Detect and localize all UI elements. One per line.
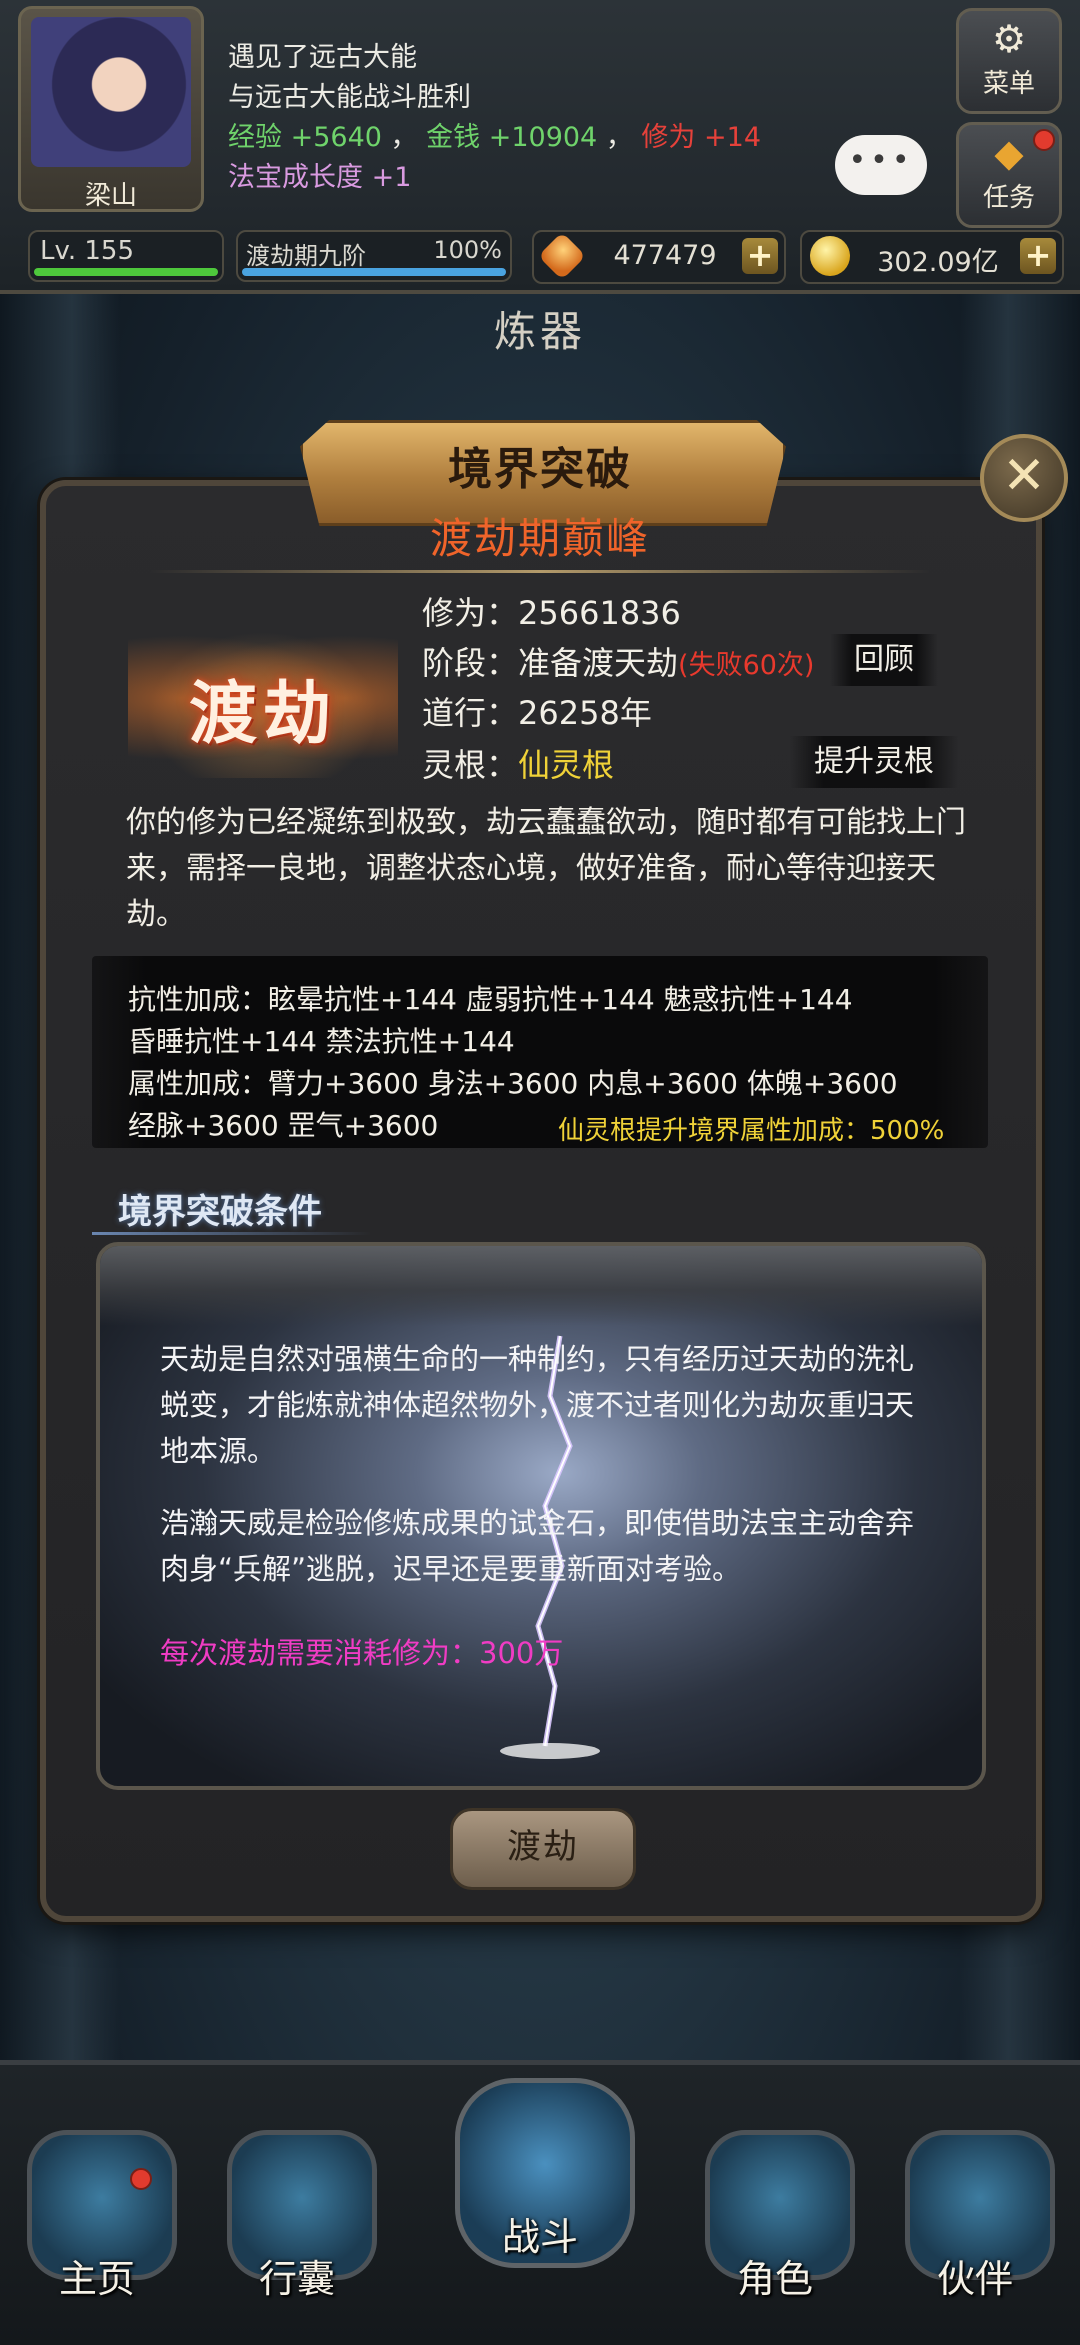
player-name: 梁山: [84, 181, 137, 211]
nav-role-label: 角色: [736, 2257, 813, 2301]
realm-progress-fill: [242, 268, 506, 276]
separator: ，: [605, 122, 633, 153]
nav-bag-label: 行囊: [258, 2257, 335, 2301]
menu-button[interactable]: ⚙ 菜单: [956, 8, 1062, 114]
root-bonus-text: 仙灵根提升境界属性加成：500%: [558, 1116, 945, 1146]
dao-row: 道行：26258年: [422, 688, 652, 734]
chat-bubble-button[interactable]: •••: [835, 135, 927, 195]
player-avatar-frame[interactable]: 梁山: [18, 6, 204, 212]
cultivation-value: +14: [704, 122, 761, 153]
root-value: 仙灵根: [518, 746, 615, 784]
cultivation-label: 修为: [641, 122, 696, 153]
money-value: +10904: [488, 122, 598, 153]
exp-value: +5640: [290, 122, 382, 153]
stage-title: 渡劫期巅峰: [429, 514, 650, 563]
level-text: Lv. 155: [40, 236, 135, 266]
notification-dot: [1033, 129, 1055, 151]
nav-fight[interactable]: 战斗: [455, 2078, 635, 2278]
storm-paragraph: 浩瀚天威是检验修炼成果的试金石，即使借助法宝主动舍弃肉身“兵解”逃脱，迟早还是要…: [160, 1506, 915, 1586]
review-button[interactable]: 回顾: [830, 634, 938, 686]
log-line: 与远古大能战斗胜利: [228, 82, 471, 113]
event-log: 遇见了远古大能 与远古大能战斗胜利 经验 +5640 ， 金钱 +10904 ，…: [228, 38, 761, 198]
avatar: [31, 17, 191, 167]
tribulation-emblem: 渡劫: [128, 618, 398, 778]
conditions-title: 境界突破条件: [118, 1192, 322, 1232]
resistance-bonus-line: 昏睡抗性+144 禁法抗性+144: [128, 1025, 515, 1058]
cultivation-row: 修为：25661836: [422, 588, 681, 634]
treasure-label: 法宝成长度: [228, 162, 363, 193]
realm-text: 渡劫期九阶: [246, 242, 366, 270]
gem-amount: 477479: [613, 240, 717, 271]
tribulation-cost: 每次渡劫需要消耗修为：300万: [160, 1636, 564, 1670]
cultivation-label: 修为：: [422, 594, 519, 632]
gold-coin-icon: [810, 236, 850, 276]
nav-bag[interactable]: 行囊: [212, 2130, 382, 2330]
storm-paragraph: 天劫是自然对强横生命的一种制约，只有经历过天劫的洗礼蜕变，才能炼就神体超然物外，…: [160, 1342, 915, 1468]
root-label: 灵根：: [422, 746, 519, 784]
title-underline: [92, 1232, 372, 1235]
dao-value: 26258年: [518, 694, 652, 732]
gold-amount: 302.09亿: [877, 247, 999, 278]
nav-partner[interactable]: 伙伴: [890, 2130, 1060, 2330]
level-bar: Lv. 155: [28, 230, 224, 282]
page-title: 炼器: [493, 307, 586, 356]
task-button[interactable]: ◆ 任务: [956, 122, 1062, 228]
phase-value: 准备渡天劫: [518, 644, 679, 682]
menu-label: 菜单: [982, 69, 1035, 99]
realm-bar: 渡劫期九阶 100%: [236, 230, 512, 282]
upgrade-root-button[interactable]: 提升灵根: [790, 736, 958, 788]
gold-currency: 302.09亿 +: [800, 230, 1064, 284]
log-treasure-line: 法宝成长度 +1: [228, 158, 761, 198]
add-gold-button[interactable]: +: [1020, 238, 1056, 274]
nav-home-label: 主页: [58, 2257, 135, 2301]
task-label: 任务: [982, 183, 1035, 213]
nav-role[interactable]: 角色: [690, 2130, 860, 2330]
level-progress-fill: [34, 268, 218, 276]
top-hud: 梁山 遇见了远古大能 与远古大能战斗胜利 经验 +5640 ， 金钱 +1090…: [0, 0, 1080, 294]
money-label: 金钱: [426, 122, 481, 153]
dao-label: 道行：: [422, 694, 519, 732]
separator: ，: [390, 122, 418, 153]
cultivation-value: 25661836: [518, 594, 681, 632]
notification-dot: [130, 2168, 152, 2190]
treasure-value: +1: [371, 162, 412, 193]
log-reward-line: 经验 +5640 ， 金钱 +10904 ， 修为 +14: [228, 118, 761, 158]
gear-icon: ⚙: [991, 17, 1027, 61]
realm-description: 你的修为已经凝练到极致，劫云蠢蠢欲动，随时都有可能找上门来，需择一良地，调整状态…: [126, 805, 966, 932]
attribute-bonus-line: 经脉+3600 罡气+3600: [128, 1109, 439, 1142]
exp-label: 经验: [228, 122, 282, 153]
phase-label: 阶段：: [422, 644, 519, 682]
log-line: 遇见了远古大能: [228, 42, 417, 73]
nav-partner-label: 伙伴: [936, 2257, 1013, 2301]
phase-row: 阶段：准备渡天劫(失败60次): [422, 638, 814, 684]
gem-currency: 477479 +: [532, 230, 786, 284]
nav-fight-label: 战斗: [501, 2215, 578, 2259]
divider: [150, 570, 930, 573]
nav-home[interactable]: 主页: [12, 2130, 182, 2330]
fail-count: (失败60次): [678, 650, 815, 681]
chat-dots: •••: [848, 143, 914, 178]
emblem-text: 渡劫: [188, 674, 337, 754]
spirit-root-row: 灵根：仙灵根: [422, 740, 614, 786]
attribute-bonus-line: 属性加成：臂力+3600 身法+3600 内息+3600 体魄+3600: [128, 1067, 898, 1100]
gem-icon: [537, 231, 587, 281]
realm-progress-text: 100%: [433, 236, 502, 264]
tribulation-button[interactable]: 渡劫: [450, 1808, 636, 1890]
add-gems-button[interactable]: +: [742, 238, 778, 274]
resistance-bonus-line: 抗性加成：眩晕抗性+144 虚弱抗性+144 魅惑抗性+144: [128, 983, 853, 1016]
